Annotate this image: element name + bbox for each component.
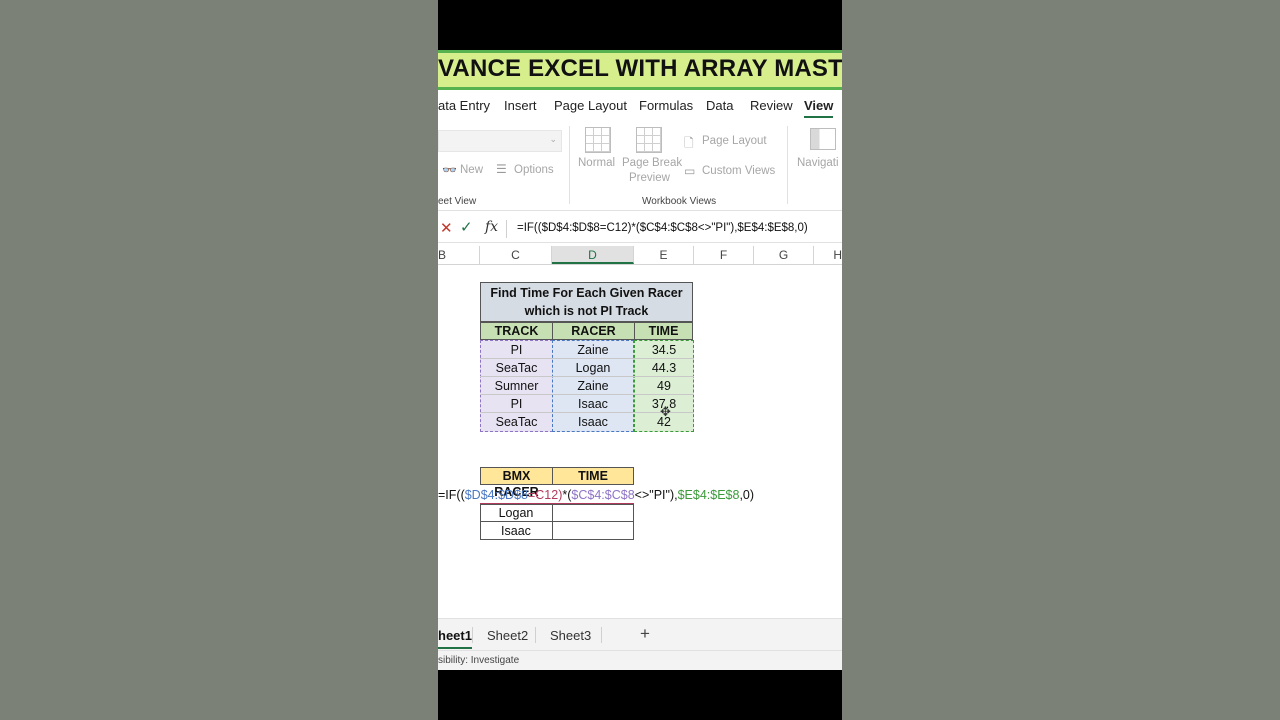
table1-title-line2: which is not PI Track	[524, 304, 649, 318]
table-cell[interactable]: Isaac	[552, 395, 634, 413]
navigation-icon	[810, 128, 836, 150]
accessibility-status[interactable]: sibility: Investigate	[438, 655, 519, 666]
sheet-tab-1[interactable]: heet1	[438, 628, 472, 649]
excel-window: VANCE EXCEL WITH ARRAY MASTE ata Entry I…	[438, 50, 842, 670]
column-header-g[interactable]: G	[754, 246, 814, 264]
sheet-tab-divider	[535, 627, 536, 643]
add-sheet-icon[interactable]: +	[640, 624, 650, 644]
table-cell[interactable]: 49	[634, 377, 694, 395]
tab-page-layout[interactable]: Page Layout	[554, 98, 627, 113]
column-header-d[interactable]: D	[552, 246, 634, 264]
sheet-tab-3[interactable]: Sheet3	[550, 628, 591, 643]
phone-frame: VANCE EXCEL WITH ARRAY MASTE ata Entry I…	[438, 0, 842, 720]
formula-input[interactable]: =IF(($D$4:$D$8=C12)*($C$4:$C$8<>"PI"),$E…	[517, 222, 808, 234]
new-view-icon: 👓	[442, 163, 457, 177]
chevron-down-icon: ⌄	[549, 134, 557, 144]
column-headers: B C D E F G H	[438, 246, 842, 265]
header-time[interactable]: TIME	[634, 322, 693, 340]
new-view-button[interactable]: New	[460, 164, 483, 176]
move-cursor-icon: ✥	[660, 404, 671, 419]
ribbon-tabs: ata Entry Insert Page Layout Formulas Da…	[438, 90, 842, 122]
title-banner: VANCE EXCEL WITH ARRAY MASTE	[438, 50, 842, 90]
page-layout-button[interactable]: Page Layout	[702, 135, 767, 147]
col-divider	[552, 504, 553, 540]
sheet-tab-divider	[472, 627, 473, 643]
page-break-label-1[interactable]: Page Break	[622, 157, 682, 169]
custom-views-button[interactable]: Custom Views	[702, 165, 775, 177]
row-divider	[480, 376, 694, 377]
sheet-view-dropdown[interactable]: ⌄	[438, 130, 562, 152]
tab-data[interactable]: Data	[706, 98, 733, 113]
tab-insert[interactable]: Insert	[504, 98, 537, 113]
row-divider	[480, 394, 694, 395]
table1-title[interactable]: Find Time For Each Given Racer which is …	[480, 282, 693, 322]
table-cell[interactable]: PI	[480, 395, 553, 413]
formula-range-track: $C$4:$C$8	[571, 488, 635, 502]
page-break-label-2[interactable]: Preview	[629, 172, 670, 184]
ribbon: ⌄ 👓 New ☰ Options eet View Normal Page B…	[438, 122, 842, 211]
status-bar: sibility: Investigate	[438, 650, 842, 670]
tab-formulas[interactable]: Formulas	[639, 98, 693, 113]
table-cell[interactable]: SeaTac	[480, 413, 553, 431]
table-cell[interactable]: Zaine	[552, 377, 634, 395]
options-icon: ☰	[496, 162, 507, 176]
sheet-view-group-label: eet View	[438, 196, 477, 207]
table-cell[interactable]: Isaac	[552, 413, 634, 431]
banner-title: VANCE EXCEL WITH ARRAY MASTE	[438, 55, 842, 82]
page-layout-icon: 🗋	[684, 136, 694, 150]
table-cell[interactable]: SeaTac	[480, 359, 553, 377]
formula-part: <>"PI"),	[634, 488, 678, 502]
column-header-h[interactable]: H	[814, 246, 842, 264]
tab-data-entry[interactable]: ata Entry	[438, 98, 490, 113]
formula-part: =IF((	[438, 488, 465, 502]
table-cell[interactable]: Logan	[552, 359, 634, 377]
table1-title-line1: Find Time For Each Given Racer	[490, 286, 683, 300]
enter-icon[interactable]: ✓	[460, 218, 473, 236]
column-header-f[interactable]: F	[694, 246, 754, 264]
header-racer-name[interactable]: RACER NAME	[552, 322, 635, 354]
options-button[interactable]: Options	[514, 164, 554, 176]
table-cell[interactable]: Sumner	[480, 377, 553, 395]
ribbon-separator	[569, 126, 570, 204]
table-cell[interactable]: 34.5	[634, 341, 694, 359]
row-divider	[480, 358, 694, 359]
table-cell[interactable]: Isaac	[480, 522, 552, 540]
formula-range-time: $E$4:$E$8	[677, 488, 740, 502]
function-icon[interactable]: fx	[485, 219, 498, 235]
table-cell[interactable]: Logan	[480, 504, 552, 522]
ribbon-separator	[787, 126, 788, 204]
header-time-2[interactable]: TIME	[552, 467, 634, 485]
column-header-c[interactable]: C	[480, 246, 552, 264]
sheet-tabs-bar: heet1 Sheet2 Sheet3 +	[438, 618, 842, 651]
formula-part: ,0)	[739, 488, 755, 502]
table-cell[interactable]: Zaine	[552, 341, 634, 359]
tab-review[interactable]: Review	[750, 98, 793, 113]
navigation-button[interactable]: Navigati	[797, 157, 839, 169]
table-cell[interactable]: PI	[480, 341, 553, 359]
cell-edit-formula[interactable]: =IF(($D$4:$D$8=C12)*($C$4:$C$8<>"PI"),$E…	[438, 486, 754, 504]
sheet-tab-divider	[601, 627, 602, 643]
page-break-preview-icon	[636, 127, 662, 153]
cancel-icon[interactable]: ✕	[440, 219, 453, 237]
normal-view-button[interactable]: Normal	[578, 157, 615, 169]
custom-views-icon: ▭	[684, 164, 696, 178]
table-cell[interactable]: 44.3	[634, 359, 694, 377]
column-header-b[interactable]: B	[438, 246, 480, 264]
formula-range-racer: $D$4:$D$8	[464, 488, 528, 502]
tab-view[interactable]: View	[804, 98, 834, 118]
formula-part: =C12)	[527, 488, 563, 502]
column-header-e[interactable]: E	[634, 246, 694, 264]
sheet-tab-2[interactable]: Sheet2	[487, 628, 528, 643]
formula-bar: ✕ ✓ fx =IF(($D$4:$D$8=C12)*($C$4:$C$8<>"…	[438, 216, 842, 243]
formula-divider	[506, 220, 507, 238]
header-track[interactable]: TRACK	[480, 322, 553, 340]
header-bmx-racer[interactable]: BMX RACER	[480, 467, 553, 499]
workbook-views-group-label: Workbook Views	[642, 196, 717, 207]
normal-view-icon	[585, 127, 611, 153]
